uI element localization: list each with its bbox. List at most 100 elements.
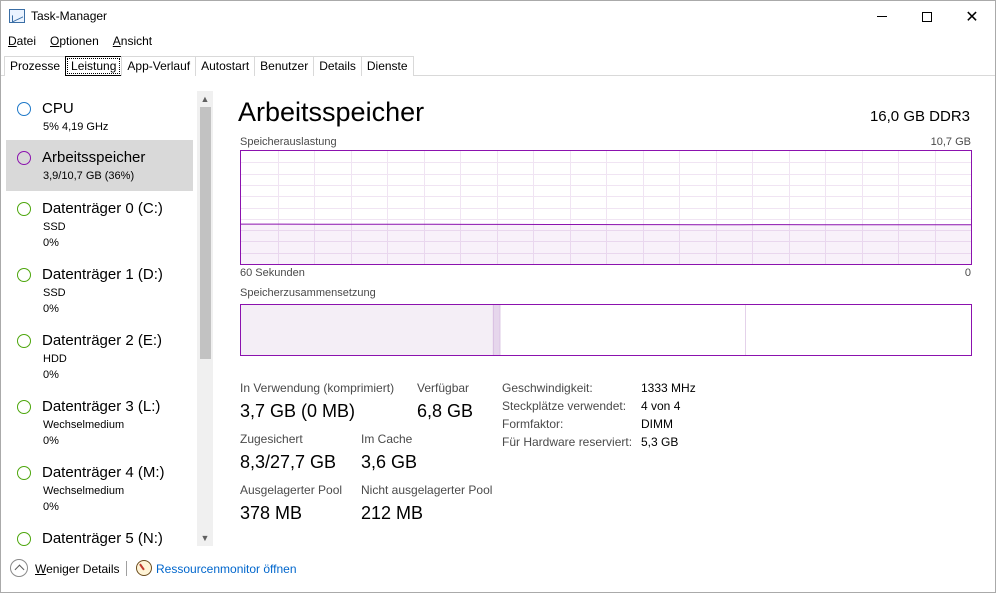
tab-autostart[interactable]: Autostart bbox=[195, 56, 256, 76]
sidebar-item-disk-0[interactable]: Datenträger 0 (C:) SSD 0% bbox=[6, 191, 193, 249]
resource-monitor-icon bbox=[136, 560, 152, 576]
in-use-segment bbox=[241, 305, 494, 355]
sidebar-item-disk-4[interactable]: Datenträger 4 (M:) Wechselmedium 0% bbox=[6, 455, 193, 513]
menu-optionen[interactable]: Optionen bbox=[43, 32, 106, 52]
committed-value: 8,3/27,7 GB bbox=[240, 452, 337, 472]
menu-ansicht[interactable]: Ansicht bbox=[106, 32, 159, 52]
sidebar-item-title: Datenträger 1 (D:) bbox=[42, 266, 163, 283]
disk-indicator-icon bbox=[17, 334, 31, 348]
sidebar-item-memory[interactable]: Arbeitsspeicher 3,9/10,7 GB (36%) bbox=[6, 140, 193, 191]
window-title: Task-Manager bbox=[31, 9, 108, 23]
cached-value: 3,6 GB bbox=[361, 452, 418, 472]
form-factor-label: Formfaktor: bbox=[502, 417, 564, 431]
committed-label: Zugesichert bbox=[240, 432, 303, 446]
menu-accelerator: O bbox=[50, 34, 60, 48]
sidebar-item-type: Wechselmedium bbox=[43, 419, 125, 431]
memory-composition-bar bbox=[240, 304, 972, 356]
sidebar-item-title: Datenträger 2 (E:) bbox=[42, 332, 163, 349]
memory-composition-svg bbox=[241, 305, 965, 355]
paged-pool-label: Ausgelagerter Pool bbox=[240, 483, 343, 497]
sidebar-item-title: Datenträger 4 (M:) bbox=[42, 464, 165, 481]
graph-label: Speicherauslastung bbox=[240, 136, 337, 148]
sidebar-item-title: CPU bbox=[42, 100, 74, 117]
disk-indicator-icon bbox=[17, 202, 31, 216]
tab-app-verlauf[interactable]: App-Verlauf bbox=[121, 56, 197, 76]
sidebar-item-title: Datenträger 5 (N:) bbox=[42, 530, 163, 547]
less-details-button[interactable]: Weniger Details bbox=[35, 562, 119, 576]
hardware-reserved-label: Für Hardware reserviert: bbox=[502, 435, 633, 449]
sidebar-item-title: Datenträger 0 (C:) bbox=[42, 200, 163, 217]
title-bar: Task-Manager ✕ bbox=[1, 1, 995, 32]
chevron-up-icon[interactable] bbox=[10, 559, 28, 577]
memory-usage-graph-svg bbox=[241, 151, 971, 264]
minimize-button[interactable] bbox=[859, 1, 905, 32]
scroll-up-icon[interactable]: ▲ bbox=[197, 91, 213, 107]
memory-spec: 16,0 GB DDR3 bbox=[869, 108, 970, 125]
composition-label: Speicherzusammensetzung bbox=[240, 287, 376, 299]
tab-prozesse[interactable]: Prozesse bbox=[4, 56, 67, 76]
tab-dienste[interactable]: Dienste bbox=[360, 56, 414, 76]
free-segment bbox=[745, 305, 965, 355]
menu-label: nsicht bbox=[120, 34, 153, 48]
sidebar-item-usage: 0% bbox=[43, 435, 59, 447]
tab-leistung[interactable]: Leistung bbox=[65, 56, 123, 76]
sidebar-item-type: Wechselmedium bbox=[43, 485, 125, 497]
usage-line bbox=[241, 223, 971, 226]
close-icon: ✕ bbox=[965, 8, 979, 26]
in-use-label: In Verwendung (komprimiert) bbox=[240, 381, 395, 395]
available-value: 6,8 GB bbox=[417, 401, 474, 421]
disk-indicator-icon bbox=[17, 532, 31, 546]
nonpaged-pool-value: 212 MB bbox=[361, 503, 424, 523]
footer-divider bbox=[1, 549, 995, 550]
slots-value: 4 von 4 bbox=[641, 399, 681, 413]
less-details-label: eniger Details bbox=[46, 562, 120, 576]
modified-segment bbox=[493, 305, 501, 355]
performance-sidebar: CPU 5% 4,19 GHz Arbeitsspeicher 3,9/10,7… bbox=[1, 87, 214, 547]
footer-separator bbox=[126, 561, 127, 576]
form-factor-value: DIMM bbox=[641, 417, 673, 431]
menu-datei[interactable]: Datei bbox=[1, 32, 43, 52]
paged-pool-value: 378 MB bbox=[240, 503, 303, 523]
maximize-button[interactable] bbox=[904, 1, 950, 32]
sidebar-item-title: Datenträger 3 (L:) bbox=[42, 398, 161, 415]
close-button[interactable]: ✕ bbox=[949, 1, 995, 32]
menu-accelerator: A bbox=[112, 34, 121, 48]
cached-label: Im Cache bbox=[361, 432, 413, 446]
memory-indicator-icon bbox=[17, 151, 31, 165]
speed-value: 1333 MHz bbox=[641, 381, 696, 395]
sidebar-item-subtitle: 3,9/10,7 GB (36%) bbox=[43, 170, 135, 182]
page-title: Arbeitsspeicher bbox=[238, 97, 425, 127]
sidebar-item-type: SSD bbox=[43, 287, 66, 299]
sidebar-item-cpu[interactable]: CPU 5% 4,19 GHz bbox=[6, 91, 193, 142]
minimize-icon bbox=[877, 16, 887, 17]
slots-label: Steckplätze verwendet: bbox=[502, 399, 627, 413]
sidebar-item-type: HDD bbox=[43, 353, 67, 365]
task-manager-icon bbox=[9, 9, 25, 23]
memory-usage-graph bbox=[240, 150, 972, 265]
disk-indicator-icon bbox=[17, 466, 31, 480]
graph-time-label: 60 Sekunden bbox=[240, 267, 305, 279]
scroll-down-icon[interactable]: ▼ bbox=[197, 530, 213, 546]
less-details-accelerator: W bbox=[35, 562, 47, 576]
sidebar-item-disk-1[interactable]: Datenträger 1 (D:) SSD 0% bbox=[6, 257, 193, 315]
menu-label: atei bbox=[16, 34, 37, 48]
graph-zero-label: 0 bbox=[964, 267, 971, 279]
tab-details[interactable]: Details bbox=[313, 56, 362, 76]
sidebar-item-subtitle: 5% 4,19 GHz bbox=[43, 121, 109, 133]
sidebar-item-disk-5[interactable]: Datenträger 5 (N:) bbox=[6, 521, 193, 547]
menu-label: ptionen bbox=[59, 34, 99, 48]
nonpaged-pool-label: Nicht ausgelagerter Pool bbox=[361, 483, 493, 497]
resource-monitor-link[interactable]: Ressourcenmonitor öffnen bbox=[156, 562, 297, 576]
sidebar-item-type: SSD bbox=[43, 221, 66, 233]
sidebar-scroll-thumb[interactable] bbox=[200, 107, 211, 359]
hardware-reserved-value: 5,3 GB bbox=[641, 435, 679, 449]
tab-benutzer[interactable]: Benutzer bbox=[254, 56, 315, 76]
speed-label: Geschwindigkeit: bbox=[502, 381, 593, 395]
sidebar-item-disk-2[interactable]: Datenträger 2 (E:) HDD 0% bbox=[6, 323, 193, 381]
sidebar-item-usage: 0% bbox=[43, 501, 59, 513]
sidebar-item-usage: 0% bbox=[43, 369, 59, 381]
maximize-icon bbox=[922, 11, 932, 22]
sidebar-item-usage: 0% bbox=[43, 237, 59, 249]
menu-bar: Datei Optionen Ansicht bbox=[1, 32, 159, 52]
sidebar-item-disk-3[interactable]: Datenträger 3 (L:) Wechselmedium 0% bbox=[6, 389, 193, 447]
